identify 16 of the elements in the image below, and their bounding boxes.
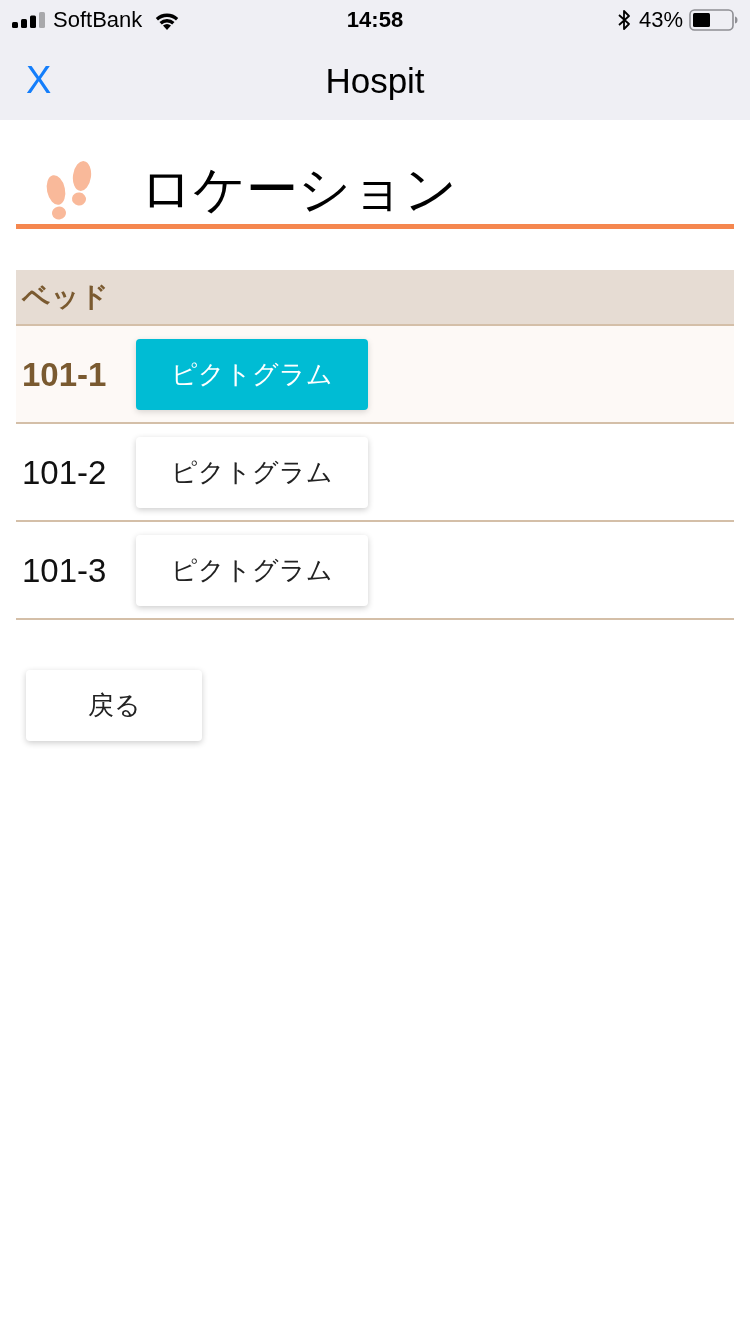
pictogram-button[interactable]: ピクトグラム <box>136 534 368 606</box>
signal-icon <box>12 12 46 28</box>
battery-percent-text: 43% <box>638 9 683 31</box>
clock-text: 14:58 <box>346 9 404 31</box>
pictogram-button[interactable]: ピクトグラム <box>136 436 368 508</box>
carrier-text: SoftBank <box>53 9 143 31</box>
bluetooth-icon <box>617 9 631 31</box>
back-button[interactable]: 戻る <box>26 670 202 741</box>
battery-icon <box>689 9 738 31</box>
section-title: ベッド <box>22 283 109 311</box>
footprints-icon <box>44 160 94 220</box>
bed-label: 101-1 <box>22 357 108 391</box>
bed-label: 101-3 <box>22 553 108 587</box>
bed-label: 101-2 <box>22 455 108 489</box>
page-title: ロケーション <box>140 163 457 215</box>
nav-title: Hospit <box>325 62 425 98</box>
